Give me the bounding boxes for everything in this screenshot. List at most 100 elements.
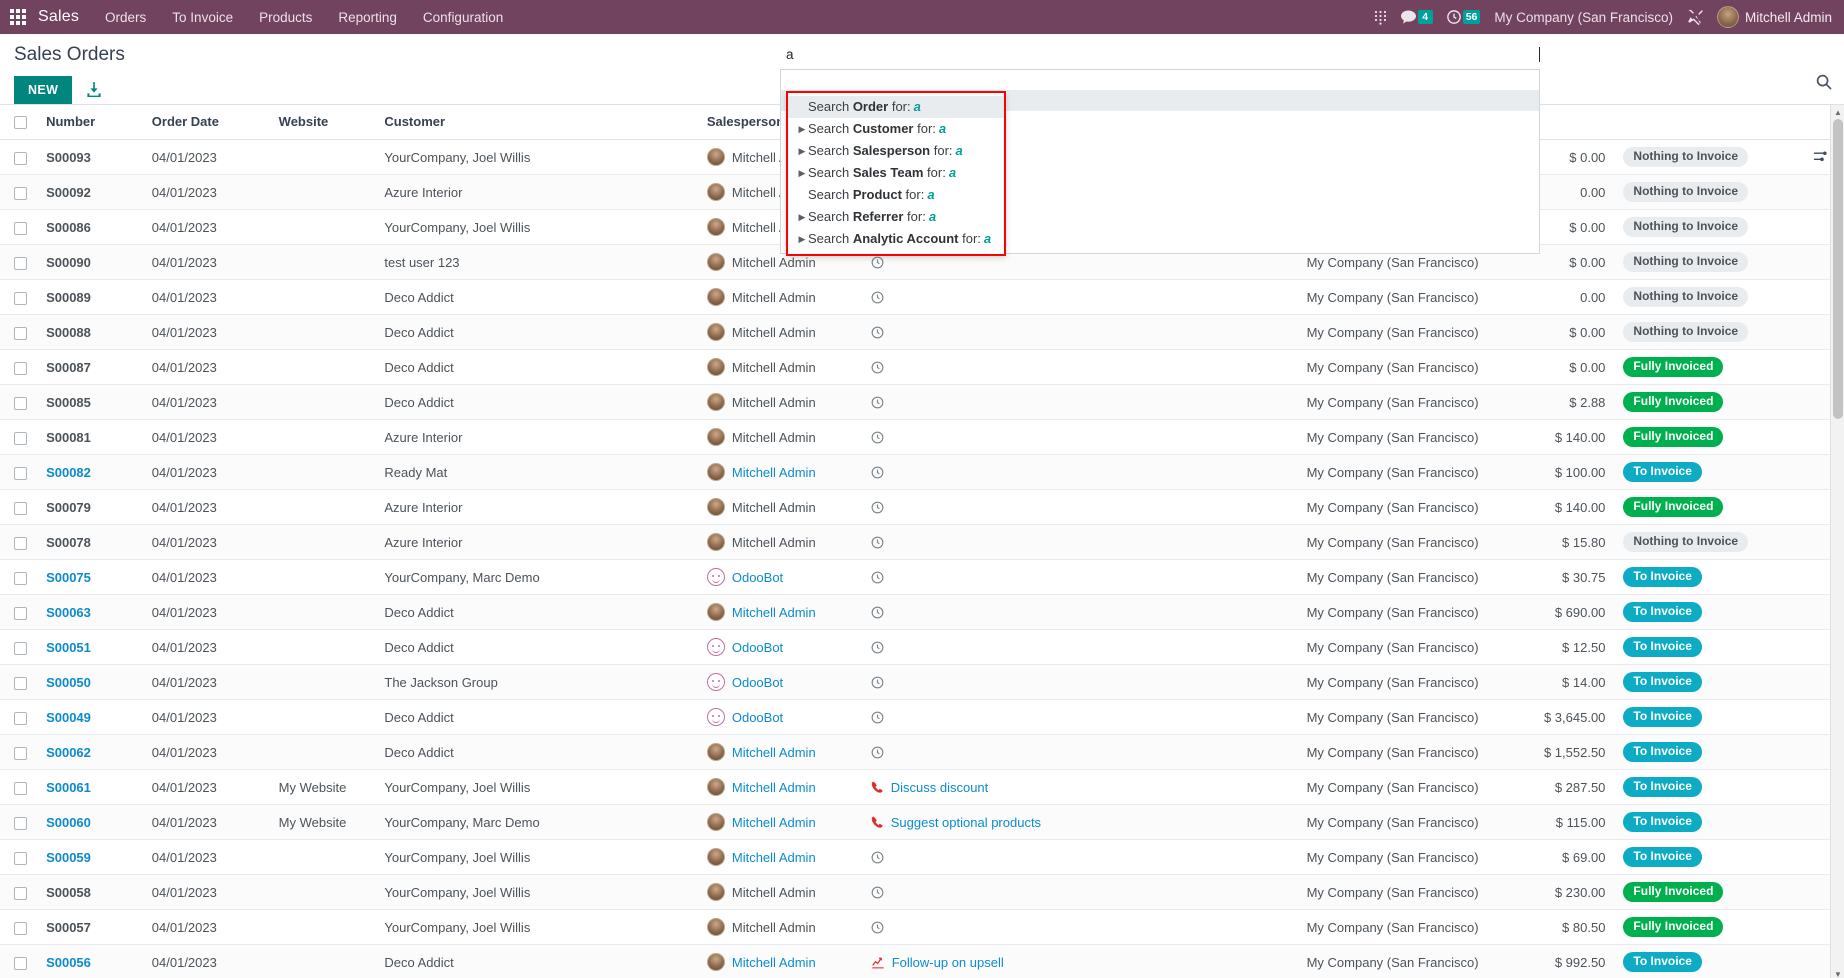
cell-number[interactable]: S00049 — [38, 699, 144, 736]
row-checkbox[interactable] — [14, 466, 27, 480]
row-select-cell[interactable] — [0, 454, 39, 491]
search-option-customer[interactable]: ▶ Search Customer for: a — [788, 118, 1004, 140]
clock-icon[interactable] — [871, 676, 884, 689]
table-row[interactable]: S00051 04/01/2023 Deco Addict OdooBot My Com… — [0, 629, 1844, 666]
cell-number[interactable]: S00092 — [38, 174, 144, 211]
table-row[interactable]: S00082 04/01/2023 Ready Mat Mitchell Admin M… — [0, 454, 1844, 491]
nav-item-to-invoice[interactable]: To Invoice — [172, 10, 233, 25]
cell-number[interactable]: S00085 — [38, 384, 144, 421]
row-checkbox[interactable] — [14, 361, 27, 375]
table-row[interactable]: S00081 04/01/2023 Azure Interior Mitchell A… — [0, 419, 1844, 456]
dialpad-icon[interactable] — [1374, 10, 1387, 25]
table-row[interactable]: S00078 04/01/2023 Azure Interior Mitchell A… — [0, 524, 1844, 561]
row-select-cell[interactable] — [0, 174, 39, 211]
cell-number[interactable]: S00059 — [38, 839, 144, 876]
messages-counter[interactable]: 4 — [1400, 10, 1433, 24]
row-checkbox[interactable] — [14, 571, 27, 585]
nav-item-reporting[interactable]: Reporting — [338, 10, 397, 25]
chart-icon[interactable] — [871, 956, 885, 969]
row-checkbox[interactable] — [14, 186, 27, 200]
cell-activity[interactable] — [862, 594, 1117, 631]
cell-activity[interactable] — [862, 664, 1117, 701]
search-option-analytic-account[interactable]: ▶ Search Analytic Account for: a — [788, 228, 1004, 250]
scroll-down-arrow[interactable]: ▼ — [1831, 967, 1844, 978]
row-select-cell[interactable] — [0, 384, 39, 421]
clock-icon[interactable] — [871, 256, 884, 269]
cell-activity[interactable] — [862, 909, 1117, 946]
chevron-right-icon[interactable]: ▶ — [796, 209, 808, 225]
table-row[interactable]: S00056 04/01/2023 Deco Addict Mitchell Admi… — [0, 944, 1844, 978]
chevron-right-icon[interactable]: ▶ — [796, 143, 808, 159]
chevron-right-icon[interactable]: ▶ — [796, 165, 808, 181]
row-checkbox[interactable] — [14, 851, 27, 865]
row-select-cell[interactable] — [0, 664, 39, 701]
clock-icon[interactable] — [871, 711, 884, 724]
row-select-cell[interactable] — [0, 419, 39, 456]
table-row[interactable]: S00089 04/01/2023 Deco Addict Mitchell Admi… — [0, 279, 1844, 316]
table-row[interactable]: S00057 04/01/2023 YourCompany, Joel Willis… — [0, 909, 1844, 946]
row-checkbox[interactable] — [14, 816, 27, 830]
phone-icon[interactable] — [871, 781, 884, 794]
new-button[interactable]: NEW — [14, 76, 73, 104]
clock-icon[interactable] — [871, 886, 884, 899]
row-checkbox[interactable] — [14, 221, 27, 235]
clock-icon[interactable] — [871, 536, 884, 549]
row-select-cell[interactable] — [0, 489, 39, 526]
cell-number[interactable]: S00079 — [38, 489, 144, 526]
row-select-cell[interactable] — [0, 629, 39, 666]
table-row[interactable]: S00061 04/01/2023 My Website YourCompany, J… — [0, 769, 1844, 806]
row-select-cell[interactable] — [0, 594, 39, 631]
chevron-right-icon[interactable]: ▶ — [796, 121, 808, 137]
cell-activity[interactable] — [862, 734, 1117, 771]
cell-activity[interactable] — [862, 874, 1117, 911]
row-checkbox[interactable] — [14, 151, 27, 165]
cell-number[interactable]: S00050 — [38, 664, 144, 701]
cell-activity[interactable] — [862, 629, 1117, 666]
search-view[interactable]: a — [780, 40, 1540, 70]
cell-activity[interactable] — [862, 279, 1117, 316]
clock-icon[interactable] — [871, 466, 884, 479]
clock-icon[interactable] — [871, 396, 884, 409]
nav-item-products[interactable]: Products — [259, 10, 312, 25]
row-checkbox[interactable] — [14, 396, 27, 410]
clock-icon[interactable] — [871, 571, 884, 584]
row-checkbox[interactable] — [14, 746, 27, 760]
cell-number[interactable]: S00051 — [38, 629, 144, 666]
column-header-number[interactable]: Number — [38, 105, 144, 141]
column-header-website[interactable]: Website — [270, 105, 377, 141]
search-option-product[interactable]: ▶Search Product for: a — [788, 184, 1004, 206]
row-checkbox[interactable] — [14, 641, 27, 655]
user-menu[interactable]: Mitchell Admin — [1716, 6, 1832, 28]
select-all-checkbox[interactable] — [14, 116, 27, 130]
cell-activity[interactable] — [862, 524, 1117, 561]
cell-activity[interactable] — [862, 559, 1117, 596]
cell-number[interactable]: S00078 — [38, 524, 144, 561]
row-checkbox[interactable] — [14, 256, 27, 270]
column-header-status[interactable] — [1613, 105, 1844, 141]
search-icon[interactable] — [1816, 74, 1832, 95]
cell-activity[interactable] — [862, 384, 1117, 421]
row-select-cell[interactable] — [0, 734, 39, 771]
row-select-cell[interactable] — [0, 279, 39, 316]
row-checkbox[interactable] — [14, 886, 27, 900]
row-select-cell[interactable] — [0, 804, 39, 841]
row-select-cell[interactable] — [0, 139, 39, 176]
apps-grid-icon[interactable] — [10, 9, 26, 25]
table-row[interactable]: S00050 04/01/2023 The Jackson Group OdooBot… — [0, 664, 1844, 701]
column-settings-icon[interactable] — [1813, 149, 1828, 169]
row-select-cell[interactable] — [0, 769, 39, 806]
search-autocomplete-dropdown[interactable]: ▶Search Order for: a▶Search Customer for… — [786, 91, 1006, 256]
cell-activity[interactable] — [862, 699, 1117, 736]
table-row[interactable]: S00049 04/01/2023 Deco Addict OdooBot My Com… — [0, 699, 1844, 736]
table-row[interactable]: S00085 04/01/2023 Deco Addict Mitchell Admi… — [0, 384, 1844, 421]
scroll-up-arrow[interactable]: ▲ — [1831, 105, 1844, 119]
row-select-cell[interactable] — [0, 244, 39, 281]
row-checkbox[interactable] — [14, 781, 27, 795]
clock-icon[interactable] — [871, 746, 884, 759]
table-row[interactable]: S00058 04/01/2023 YourCompany, Joel Willis… — [0, 874, 1844, 911]
cell-number[interactable]: S00082 — [38, 454, 144, 491]
row-checkbox[interactable] — [14, 431, 27, 445]
search-option-referrer[interactable]: ▶ Search Referrer for: a — [788, 206, 1004, 228]
cell-number[interactable]: S00086 — [38, 209, 144, 246]
row-select-cell[interactable] — [0, 839, 39, 876]
